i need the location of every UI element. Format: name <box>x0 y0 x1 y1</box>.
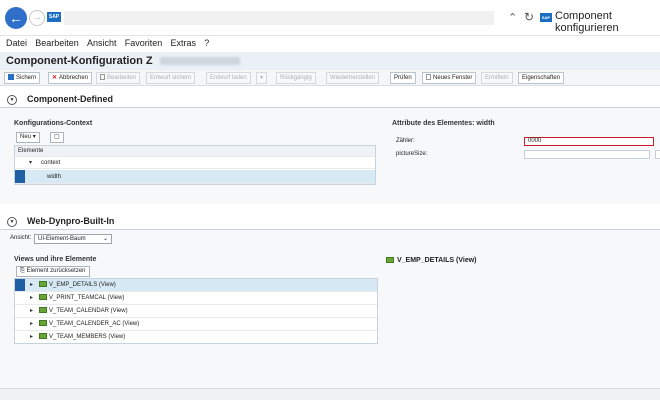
tab-title[interactable]: Component konfigurieren <box>555 10 660 34</box>
back-arrow-icon[interactable]: ← <box>5 7 27 29</box>
view-row-team-members[interactable]: ▸ V_TEAM_MEMBERS (View) <box>15 331 377 344</box>
application-toolbar: Sichern ✕ Abbrechen Bearbeiten Entwurf si… <box>0 70 660 86</box>
section-title: Web-Dynpro-Built-In <box>27 216 115 226</box>
properties-button[interactable]: Eigenschaften <box>518 72 565 84</box>
expand-caret-icon[interactable]: ▾ <box>29 158 32 169</box>
counter-input[interactable]: 0000 <box>524 137 654 146</box>
collapse-icon[interactable]: ▼ <box>7 217 17 227</box>
collapse-icon[interactable]: ▼ <box>7 95 17 105</box>
attributes-title: Attribute des Elementes: width <box>392 120 495 127</box>
menu-bar: Datei Bearbeiten Ansicht Favoriten Extra… <box>0 36 660 51</box>
cancel-button[interactable]: ✕ Abbrechen <box>48 72 93 84</box>
reset-icon: ⎘ <box>20 268 25 274</box>
save-button[interactable]: Sichern <box>4 72 41 84</box>
save-draft-button[interactable]: Entwurf sichern <box>146 72 196 84</box>
check-button[interactable]: Prüfen <box>390 72 416 84</box>
sap-logo-icon: SAP <box>47 12 61 22</box>
load-draft-button[interactable]: Entwurf laden <box>206 72 251 84</box>
save-icon <box>8 74 14 80</box>
tab-sap-icon: SAP <box>540 13 552 22</box>
chevron-icon: ▾ <box>260 75 264 81</box>
new-window-icon <box>426 74 431 80</box>
edit-button[interactable]: Bearbeiten <box>96 72 141 84</box>
forward-arrow-icon[interactable]: → <box>29 10 45 26</box>
view-row-team-calendar[interactable]: ▸ V_TEAM_CALENDAR (View) <box>15 305 377 318</box>
cancel-icon: ✕ <box>52 75 58 81</box>
view-row-team-calender-ac[interactable]: ▸ V_TEAM_CALENDER_AC (View) <box>15 318 377 331</box>
menu-ansicht[interactable]: Ansicht <box>87 36 117 51</box>
trash-icon: ▢ <box>54 134 60 140</box>
view-icon <box>39 333 47 339</box>
view-icon <box>386 257 394 263</box>
selection-marker <box>15 170 25 183</box>
expand-caret-icon[interactable]: ▸ <box>30 331 33 344</box>
expand-caret-icon[interactable]: ▸ <box>30 279 33 292</box>
view-row-print-teamcal[interactable]: ▸ V_PRINT_TEAMCAL (View) <box>15 292 377 305</box>
menu-extras[interactable]: Extras <box>171 36 197 51</box>
menu-datei[interactable]: Datei <box>6 36 27 51</box>
redacted-component-name <box>160 57 240 65</box>
page-title: Component-Konfiguration Z <box>6 55 153 67</box>
section-component-defined[interactable]: ▼ Component-Defined <box>0 92 660 108</box>
chevron-down-icon: ⌄ <box>102 236 108 242</box>
new-button[interactable]: Neu ▾ <box>16 132 40 143</box>
toolbar-icon-button[interactable]: ▾ <box>256 72 268 84</box>
picture-size-input[interactable] <box>524 150 650 159</box>
counter-label: Zähler: <box>396 138 415 144</box>
refresh-icon[interactable]: ↻ <box>524 10 534 24</box>
expand-caret-icon[interactable]: ▸ <box>30 292 33 305</box>
menu-favoriten[interactable]: Favoriten <box>125 36 163 51</box>
undo-button[interactable]: Rückgängig <box>276 72 316 84</box>
tree-header: Elemente <box>15 146 375 157</box>
view-row-emp-details[interactable]: ▸ V_EMP_DETAILS (View) <box>15 279 377 292</box>
status-bar <box>0 388 660 400</box>
view-icon <box>39 281 47 287</box>
menu-bearbeiten[interactable]: Bearbeiten <box>35 36 79 51</box>
detail-title: V_EMP_DETAILS (View) <box>386 256 476 264</box>
selection-marker <box>15 279 25 291</box>
reset-element-button[interactable]: ⎘ Element zurücksetzen <box>16 266 90 277</box>
expand-caret-icon[interactable]: ▸ <box>30 305 33 318</box>
dropdown-icon[interactable]: ⌃ <box>508 11 517 24</box>
expand-caret-icon[interactable]: ▸ <box>30 318 33 331</box>
section-title: Component-Defined <box>27 94 113 104</box>
menu-help[interactable]: ? <box>204 36 209 51</box>
new-window-button[interactable]: Neues Fenster <box>422 72 477 84</box>
tree-row-context[interactable]: ▾ context <box>15 158 375 169</box>
dropdown-icon: ▾ <box>32 134 36 140</box>
page-header: Component-Konfiguration Z <box>0 52 660 70</box>
section-web-dynpro[interactable]: ▼ Web-Dynpro-Built-In <box>0 214 660 230</box>
browser-toolbar: ← → SAP ⌃ ↻ SAP Component konfigurieren <box>0 0 660 36</box>
context-label: Konfigurations-Context <box>14 120 93 127</box>
view-icon <box>39 294 47 300</box>
picture-size-label: pictureSize: <box>396 151 428 157</box>
context-tree: Elemente ▾ context width <box>14 145 376 185</box>
delete-button[interactable]: ▢ <box>50 132 64 143</box>
views-title: Views und ihre Elemente <box>14 256 97 263</box>
view-select[interactable]: UI-Element-Baum ⌄ <box>34 234 112 244</box>
address-bar[interactable] <box>64 11 494 25</box>
view-label: Ansicht: <box>10 235 32 241</box>
redo-button[interactable]: Wiederherstellen <box>326 72 380 84</box>
views-tree: ▸ V_EMP_DETAILS (View) ▸ V_PRINT_TEAMCAL… <box>14 278 378 344</box>
tree-row-width[interactable]: width <box>15 170 375 184</box>
edit-icon <box>100 74 105 80</box>
view-icon <box>39 307 47 313</box>
view-icon <box>39 320 47 326</box>
picture-size-help[interactable] <box>655 150 660 159</box>
determine-button[interactable]: Ermitteln <box>481 72 513 84</box>
